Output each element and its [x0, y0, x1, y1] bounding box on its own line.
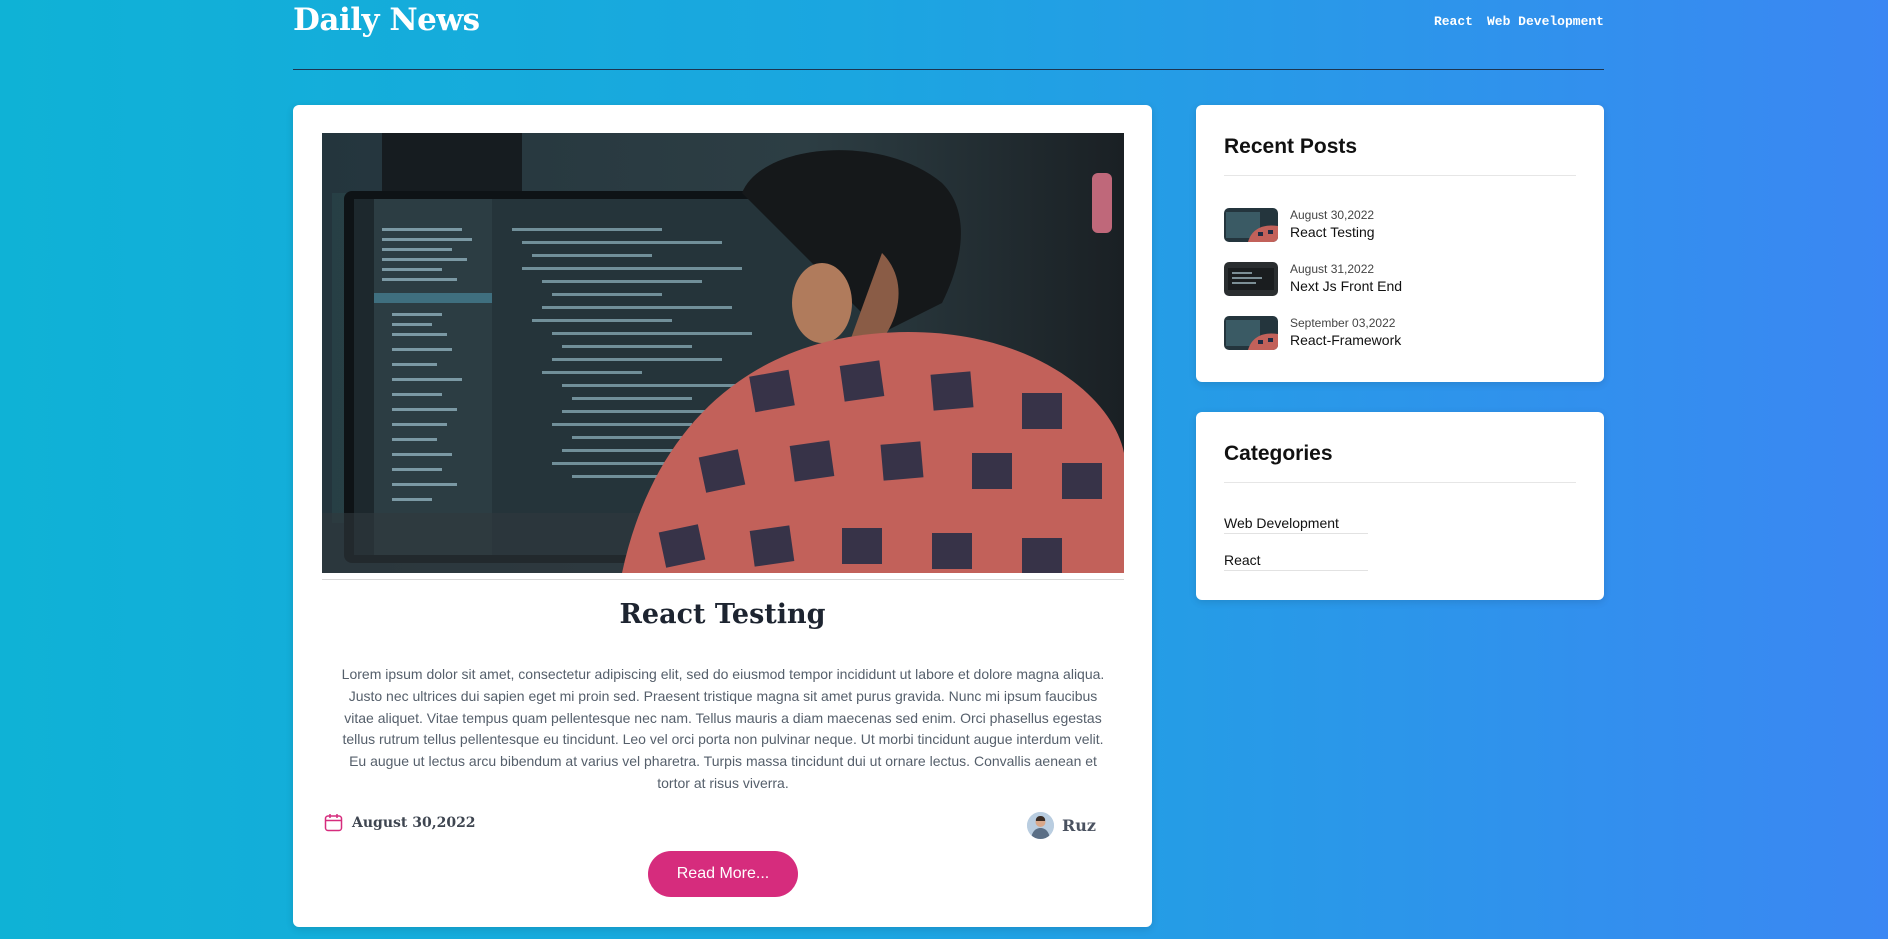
- post-image: [322, 133, 1124, 573]
- image-divider: [322, 579, 1124, 580]
- post-title[interactable]: React Testing: [293, 599, 1152, 630]
- nav-link-web-development[interactable]: Web Development: [1487, 14, 1604, 29]
- categories-divider: [1224, 482, 1576, 483]
- post-author: Ruz: [1027, 812, 1096, 839]
- post-date-text: August 30,2022: [352, 814, 476, 831]
- recent-posts-divider: [1224, 175, 1576, 176]
- recent-post-date: September 03,2022: [1290, 316, 1396, 330]
- nav-link-react[interactable]: React: [1434, 14, 1473, 29]
- recent-post-item[interactable]: August 30,2022 React Testing: [1224, 207, 1375, 242]
- categories-title: Categories: [1224, 442, 1333, 465]
- read-more-button[interactable]: Read More...: [648, 851, 798, 897]
- post-card: React Testing Lorem ipsum dolor sit amet…: [293, 105, 1152, 927]
- recent-posts-card: Recent Posts August 30,2022 React Testin…: [1196, 105, 1604, 382]
- site-logo[interactable]: Daily News: [293, 2, 480, 38]
- avatar-image: [1027, 812, 1054, 839]
- recent-post-thumbnail-image: [1224, 261, 1278, 296]
- avatar[interactable]: [1027, 812, 1054, 839]
- recent-post-thumbnail-image: [1224, 315, 1278, 350]
- author-name[interactable]: Ruz: [1062, 816, 1096, 835]
- post-date: August 30,2022: [324, 813, 476, 832]
- recent-post-date: August 31,2022: [1290, 262, 1375, 276]
- recent-posts-title: Recent Posts: [1224, 135, 1358, 158]
- recent-post-date: August 30,2022: [1290, 208, 1375, 222]
- recent-post-thumbnail: [1224, 315, 1278, 350]
- recent-post-thumbnail: [1224, 207, 1278, 242]
- recent-post-title[interactable]: React Testing: [1290, 223, 1375, 242]
- post-image-illustration: [322, 133, 1124, 573]
- categories-card: Categories Web Development React: [1196, 412, 1604, 600]
- post-excerpt: Lorem ipsum dolor sit amet, consectetur …: [341, 666, 1105, 791]
- recent-post-thumbnail-image: [1224, 207, 1278, 242]
- recent-post-item[interactable]: September 03,2022 React-Framework: [1224, 315, 1401, 350]
- calendar-icon: [324, 814, 343, 832]
- top-nav: React Web Development: [1434, 14, 1604, 29]
- category-link-web-development[interactable]: Web Development: [1224, 515, 1368, 534]
- recent-post-thumbnail: [1224, 261, 1278, 296]
- recent-post-title[interactable]: React-Framework: [1290, 331, 1401, 350]
- recent-post-title[interactable]: Next Js Front End: [1290, 277, 1402, 296]
- site-header: Daily News React Web Development: [293, 0, 1604, 70]
- recent-post-item[interactable]: August 31,2022 Next Js Front End: [1224, 261, 1402, 296]
- category-link-react[interactable]: React: [1224, 552, 1368, 571]
